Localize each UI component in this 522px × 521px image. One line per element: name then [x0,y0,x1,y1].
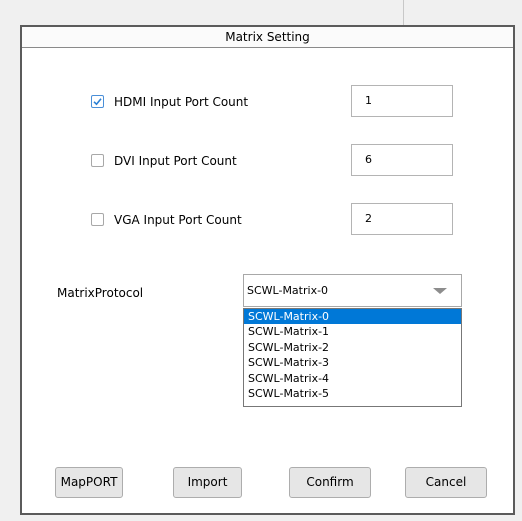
cancel-button[interactable]: Cancel [405,467,487,498]
matrix-protocol-select[interactable]: SCWL-Matrix-0 [243,274,462,307]
vga-port-row: VGA Input Port Count 2 [22,203,513,237]
dialog-title: Matrix Setting [22,27,513,48]
background-divider [403,0,404,26]
hdmi-port-label: HDMI Input Port Count [114,95,249,109]
matrix-setting-dialog: Matrix Setting HDMI Input Port Count 1 D… [20,25,515,515]
matrix-protocol-label: MatrixProtocol [57,286,144,300]
vga-port-checkbox[interactable] [91,213,104,226]
hdmi-port-count-input[interactable]: 1 [351,85,453,117]
hdmi-port-row: HDMI Input Port Count 1 [22,85,513,119]
dropdown-arrow-icon[interactable] [433,288,447,294]
hdmi-port-checkbox[interactable] [91,95,104,108]
vga-port-label: VGA Input Port Count [114,213,242,227]
matrix-protocol-options: SCWL-Matrix-0 SCWL-Matrix-1 SCWL-Matrix-… [243,308,462,407]
dvi-port-checkbox[interactable] [91,154,104,167]
confirm-button[interactable]: Confirm [289,467,371,498]
dvi-port-count-input[interactable]: 6 [351,144,453,176]
protocol-option[interactable]: SCWL-Matrix-3 [244,355,461,370]
protocol-option[interactable]: SCWL-Matrix-1 [244,324,461,339]
matrix-protocol-selected-value: SCWL-Matrix-0 [247,284,329,297]
vga-port-count-input[interactable]: 2 [351,203,453,235]
protocol-option[interactable]: SCWL-Matrix-0 [244,309,461,325]
dvi-port-label: DVI Input Port Count [114,154,237,168]
dvi-port-row: DVI Input Port Count 6 [22,144,513,178]
mapport-button[interactable]: MapPORT [55,467,123,498]
protocol-option[interactable]: SCWL-Matrix-5 [244,386,461,401]
protocol-option[interactable]: SCWL-Matrix-2 [244,340,461,355]
protocol-option[interactable]: SCWL-Matrix-4 [244,371,461,386]
checkmark-icon [93,98,102,106]
import-button[interactable]: Import [173,467,242,498]
